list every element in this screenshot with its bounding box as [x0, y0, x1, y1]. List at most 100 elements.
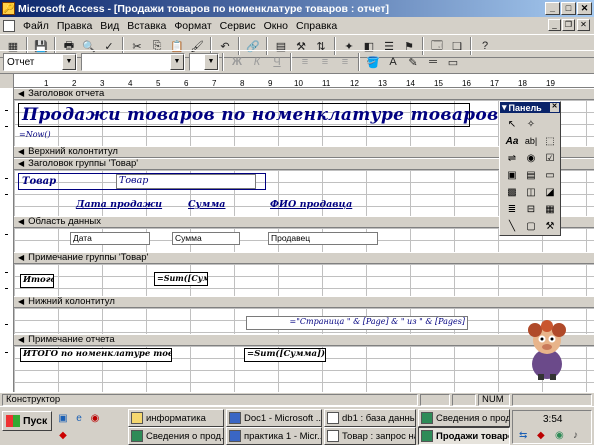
toolbox-panel[interactable]: ▾ Панель ✕ ↖ ✧ Aa ab| ⬚ ⇌ ◉ ☑ ▣ ▤ ▭ ▩ ◫ … [499, 101, 561, 236]
task-sales-info-1[interactable]: Сведения о прод... [418, 409, 510, 427]
menu-edit[interactable]: Правка [53, 20, 96, 32]
image-tool-icon[interactable]: ▩ [503, 184, 521, 200]
section-report-header[interactable]: ◀ Заголовок отчета [14, 88, 594, 100]
menu-window[interactable]: Окно [260, 20, 292, 32]
more-controls-icon[interactable]: ⚒ [541, 218, 559, 234]
toolbox-titlebar[interactable]: ▾ Панель ✕ [500, 102, 560, 113]
detail-sum-textbox[interactable]: Сумма [172, 232, 240, 245]
section-report-footer[interactable]: ◀ Примечание отчета [14, 334, 594, 346]
access-app-icon[interactable]: 🔑 [2, 2, 15, 15]
section-group-footer[interactable]: ◀ Примечание группы 'Товар' [14, 252, 594, 264]
rectangle-tool-icon[interactable]: ▢ [522, 218, 540, 234]
align-left-icon[interactable]: ≡ [295, 52, 315, 72]
fill-color-icon[interactable]: 🪣 [363, 52, 383, 72]
underline-button[interactable]: Ч [267, 52, 287, 72]
mdi-minimize-button[interactable]: _ [548, 19, 561, 31]
column-sum-label[interactable]: Сумма [188, 199, 225, 210]
select-pointer-icon[interactable]: ↖ [503, 116, 521, 132]
network-icon[interactable]: ⇆ [519, 430, 527, 441]
toolbox-menu-icon[interactable]: ▾ [502, 102, 507, 113]
office-assistant-icon[interactable] [524, 320, 570, 382]
group-footer-band[interactable]: Итого =Sum([Сумм [14, 264, 594, 300]
page-number-textbox[interactable]: ="Страница " & [Page] & " из " & [Pages] [246, 316, 468, 330]
clock[interactable]: 3:54 [543, 414, 562, 425]
tab-control-icon[interactable]: ⊟ [522, 201, 540, 217]
object-combo[interactable]: Отчет ▼ [3, 53, 77, 71]
quicklaunch-media-icon[interactable]: ◉ [88, 412, 102, 426]
report-total-textbox[interactable]: =Sum([Сумма]) [244, 348, 326, 362]
menu-format[interactable]: Формат [170, 20, 215, 32]
mdi-close-button[interactable]: ✕ [577, 19, 590, 31]
report-footer-band[interactable]: ИТОГО по номенклатуре товара =Sum([Сумма… [14, 346, 594, 392]
menu-file[interactable]: Файл [19, 20, 53, 32]
antivirus-icon[interactable]: ◆ [537, 430, 545, 441]
section-page-footer[interactable]: ◀ Нижний колонтитул [14, 296, 594, 308]
maximize-button[interactable]: □ [561, 2, 576, 15]
task-sales-report[interactable]: Продажи товаро... [418, 427, 510, 445]
mdi-restore-button[interactable]: ❐ [562, 19, 575, 31]
close-button[interactable]: ✕ [577, 2, 592, 15]
group-total-textbox[interactable]: =Sum([Сумм [154, 272, 208, 286]
align-right-icon[interactable]: ≡ [335, 52, 355, 72]
ruler-tick: 4 [128, 79, 133, 88]
combobox-tool-icon[interactable]: ▣ [503, 167, 521, 183]
option-group-icon[interactable]: ⬚ [541, 133, 559, 149]
column-date-label[interactable]: Дата продажи [76, 199, 162, 210]
chevron-down-icon[interactable]: ▼ [204, 54, 218, 70]
chevron-down-icon[interactable]: ▼ [170, 54, 184, 70]
font-size-combo[interactable]: ▼ [189, 53, 219, 71]
line-tool-icon[interactable]: ╲ [503, 218, 521, 234]
detail-seller-textbox[interactable]: Продавец [268, 232, 378, 245]
quicklaunch-desktop-icon[interactable]: ▣ [56, 412, 70, 426]
task-praktika[interactable]: практика 1 - Micr... [226, 427, 322, 445]
tray-app-icon[interactable]: ◉ [555, 430, 564, 441]
font-color-icon[interactable]: A [383, 52, 403, 72]
minimize-button[interactable]: _ [545, 2, 560, 15]
start-button[interactable]: Пуск [2, 411, 52, 431]
task-db1[interactable]: db1 : база данных [324, 409, 416, 427]
label-tool-icon[interactable]: Aa [503, 133, 521, 149]
report-total-label[interactable]: ИТОГО по номенклатуре товара [20, 348, 172, 362]
bound-object-icon[interactable]: ◪ [541, 184, 559, 200]
command-button-icon[interactable]: ▭ [541, 167, 559, 183]
menu-tools[interactable]: Сервис [216, 20, 260, 32]
toolbox-close-button[interactable]: ✕ [550, 103, 559, 112]
task-sales-info-2[interactable]: Сведения о прод... [128, 427, 224, 445]
menu-insert[interactable]: Вставка [123, 20, 170, 32]
volume-icon[interactable]: ♪ [573, 430, 578, 441]
option-button-icon[interactable]: ◉ [522, 150, 540, 166]
ruler-corner[interactable] [0, 74, 14, 88]
menu-help[interactable]: Справка [292, 20, 341, 32]
line-width-icon[interactable]: ═ [423, 52, 443, 72]
quicklaunch-ie-icon[interactable]: e [72, 412, 86, 426]
italic-button[interactable]: К [247, 52, 267, 72]
document-icon[interactable] [3, 19, 15, 32]
align-center-icon[interactable]: ≡ [315, 52, 335, 72]
special-effect-icon[interactable]: ▭ [443, 52, 463, 72]
task-informatika[interactable]: информатика [128, 409, 224, 427]
quicklaunch-office-icon[interactable]: ◆ [56, 429, 70, 443]
unbound-object-icon[interactable]: ◫ [522, 184, 540, 200]
line-color-icon[interactable]: ✎ [403, 52, 423, 72]
column-seller-label[interactable]: ФИО продавца [270, 199, 352, 210]
checkbox-tool-icon[interactable]: ☑ [541, 150, 559, 166]
group-frame [18, 173, 266, 190]
menu-view[interactable]: Вид [96, 20, 123, 32]
task-doc1[interactable]: Doc1 - Microsoft ... [226, 409, 322, 427]
chevron-down-icon[interactable]: ▼ [62, 54, 76, 70]
page-footer-band[interactable]: ="Страница " & [Page] & " из " & [Pages] [14, 308, 594, 334]
font-name-combo[interactable]: ▼ [81, 53, 185, 71]
textbox-tool-icon[interactable]: ab| [522, 133, 540, 149]
now-expression[interactable]: =Now() [19, 130, 51, 139]
group-total-label[interactable]: Итого [20, 274, 54, 288]
page-break-icon[interactable]: ≣ [503, 201, 521, 217]
detail-date-textbox[interactable]: Дата [70, 232, 150, 245]
toggle-button-icon[interactable]: ⇌ [503, 150, 521, 166]
task-tovar-query[interactable]: Товар : запрос на... [324, 427, 416, 445]
report-title[interactable]: Продажи товаров по номенклатуре товаров [22, 105, 498, 125]
wizard-icon[interactable]: ✧ [522, 116, 540, 132]
bold-button[interactable]: Ж [227, 52, 247, 72]
taskbar: Пуск ▣ e ◉ ◆ информатика Doc1 - Microsof… [0, 406, 594, 445]
listbox-tool-icon[interactable]: ▤ [522, 167, 540, 183]
subform-icon[interactable]: ▦ [541, 201, 559, 217]
